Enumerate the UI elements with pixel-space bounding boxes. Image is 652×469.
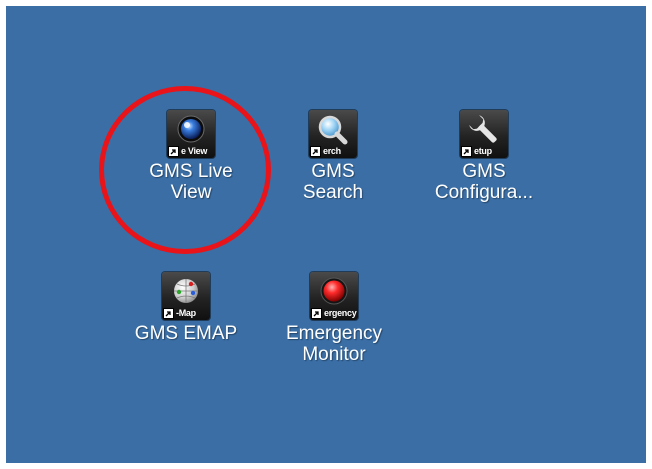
shortcut-arrow-icon xyxy=(168,146,179,157)
tile-caption: ergency xyxy=(324,308,357,318)
shortcut-label: GMS Search xyxy=(268,161,398,203)
emergency-monitor-tile: ergency xyxy=(310,272,358,320)
shortcut-arrow-icon xyxy=(461,146,472,157)
tile-caption: erch xyxy=(323,146,341,156)
gms-emap-tile: -Map xyxy=(162,272,210,320)
shortcut-label: GMS Live View xyxy=(126,161,256,203)
shortcut-gms-live-view[interactable]: e View GMS Live View xyxy=(126,110,256,203)
tile-caption: -Map xyxy=(176,308,196,318)
desktop: e View GMS Live View erch GMS Search etu… xyxy=(6,6,646,463)
label-line: Search xyxy=(302,182,364,203)
shortcut-arrow-icon xyxy=(311,308,322,319)
shortcut-label: Emergency Monitor xyxy=(269,323,399,365)
label-line: View xyxy=(170,182,212,203)
tile-caption: etup xyxy=(474,146,492,156)
shortcut-arrow-icon xyxy=(163,308,174,319)
shortcut-label: GMS EMAP xyxy=(121,323,251,344)
shortcut-label: GMS Configura... xyxy=(419,161,549,203)
shortcut-emergency-monitor[interactable]: ergency Emergency Monitor xyxy=(269,272,399,365)
tile-caption: e View xyxy=(181,146,208,156)
shortcut-gms-emap[interactable]: -Map GMS EMAP xyxy=(121,272,251,344)
label-line: GMS xyxy=(462,161,506,182)
label-line: GMS EMAP xyxy=(134,323,238,344)
gms-live-view-tile: e View xyxy=(167,110,215,158)
label-line: GMS Live xyxy=(149,161,233,182)
shortcut-gms-search[interactable]: erch GMS Search xyxy=(268,110,398,203)
label-line: Monitor xyxy=(302,344,366,365)
label-line: Emergency xyxy=(285,323,383,344)
gms-search-tile: erch xyxy=(309,110,357,158)
shortcut-arrow-icon xyxy=(310,146,321,157)
gms-configuration-tile: etup xyxy=(460,110,508,158)
label-line: GMS xyxy=(311,161,355,182)
label-line: Configura... xyxy=(434,182,534,203)
shortcut-gms-configuration[interactable]: etup GMS Configura... xyxy=(419,110,549,203)
